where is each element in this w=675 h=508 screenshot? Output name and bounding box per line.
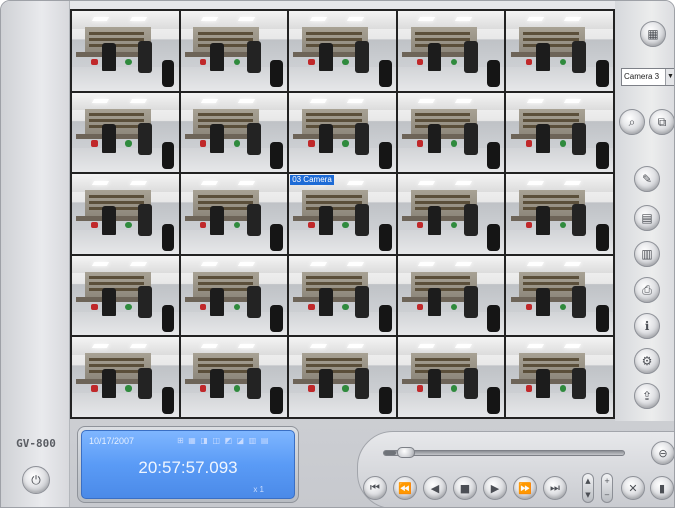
info-icon[interactable]: ℹ — [634, 313, 660, 339]
main-window: 03 Camera ▦ Camera 3 ▼ ⌕ ⧉ ✎ ▤ ▥ ⎙ ℹ ⚙ ⇪… — [0, 0, 675, 508]
camera-tile[interactable] — [506, 255, 613, 336]
volume-stepper[interactable]: + − — [601, 473, 613, 503]
camera-tile[interactable] — [180, 11, 288, 91]
tools-icon[interactable]: ✎ — [634, 166, 660, 192]
export-icon[interactable]: ⇪ — [634, 383, 660, 409]
camera-tile[interactable] — [397, 337, 505, 417]
mute-icon[interactable]: ✕ — [621, 476, 645, 500]
power-button[interactable]: ⏻ — [22, 466, 50, 494]
status-icons: ⊞ ▦ ◨ ◫ ◩ ◪ ▥ ▤ — [177, 436, 270, 445]
copy-icon[interactable]: ⧉ — [649, 109, 674, 135]
status-date: 10/17/2007 — [89, 436, 135, 446]
rewind-button[interactable]: ◀ — [423, 476, 447, 500]
camera-grid: 03 Camera — [70, 9, 615, 419]
stop-button[interactable]: ■ — [453, 476, 477, 500]
camera-select[interactable]: Camera 3 ▼ — [621, 68, 674, 86]
settings-icon[interactable]: ⚙ — [634, 348, 660, 374]
camera-tile[interactable] — [397, 174, 505, 254]
camera-tile[interactable] — [289, 337, 396, 417]
snapshot-icon[interactable]: ▮ — [650, 476, 674, 500]
camera-tile[interactable]: 03 Camera — [289, 174, 396, 254]
camera-tile[interactable] — [180, 255, 288, 336]
status-display: 10/17/2007 ⊞ ▦ ◨ ◫ ◩ ◪ ▥ ▤ 20:57:57.093 … — [77, 426, 299, 503]
camera-tile[interactable] — [506, 174, 613, 254]
camera-tile[interactable] — [72, 92, 179, 173]
play-button[interactable]: ▶ — [483, 476, 507, 500]
camera-tile[interactable] — [72, 11, 179, 91]
camera-tile[interactable] — [289, 11, 396, 91]
camera-tile[interactable] — [180, 92, 288, 173]
camera-tile[interactable] — [506, 11, 613, 91]
playback-slider[interactable] — [383, 450, 625, 456]
camera-tile[interactable] — [289, 255, 396, 336]
zoom-out-icon[interactable]: ⊖ — [651, 441, 674, 465]
step-forward-button[interactable]: ⏩ — [513, 476, 537, 500]
save-all-icon[interactable]: ▥ — [634, 241, 660, 267]
camera-tile[interactable] — [180, 337, 288, 417]
status-speed: x 1 — [253, 485, 264, 494]
camera-tile[interactable] — [180, 174, 288, 254]
camera-tile[interactable] — [397, 11, 505, 91]
chevron-down-icon[interactable]: ▼ — [665, 69, 674, 85]
camera-tile[interactable] — [72, 337, 179, 417]
left-rail — [1, 1, 70, 507]
layout-icon[interactable]: ▦ — [640, 21, 666, 47]
speed-stepper[interactable]: ▲ ▼ — [582, 473, 594, 503]
fast-forward-button[interactable]: ⏭ — [543, 476, 567, 500]
camera-label: 03 Camera — [290, 175, 334, 186]
fast-rewind-button[interactable]: ⏮ — [363, 476, 387, 500]
status-time: 20:57:57.093 — [138, 458, 238, 477]
camera-tile[interactable] — [506, 337, 613, 417]
camera-tile[interactable] — [289, 92, 396, 173]
camera-select-value: Camera 3 — [624, 72, 660, 81]
camera-tile[interactable] — [72, 174, 179, 254]
print-icon[interactable]: ⎙ — [634, 277, 660, 303]
brand-logo: GV-800 — [16, 437, 56, 450]
playback-slider-thumb[interactable] — [397, 447, 415, 458]
camera-tile[interactable] — [397, 92, 505, 173]
camera-tile[interactable] — [72, 255, 179, 336]
status-display-screen: 10/17/2007 ⊞ ▦ ◨ ◫ ◩ ◪ ▥ ▤ 20:57:57.093 … — [81, 430, 295, 499]
playback-progress — [384, 451, 396, 455]
step-back-button[interactable]: ⏪ — [393, 476, 417, 500]
zoom-icon[interactable]: ⌕ — [619, 109, 645, 135]
camera-tile[interactable] — [397, 255, 505, 336]
camera-tile[interactable] — [506, 92, 613, 173]
save-icon[interactable]: ▤ — [634, 205, 660, 231]
